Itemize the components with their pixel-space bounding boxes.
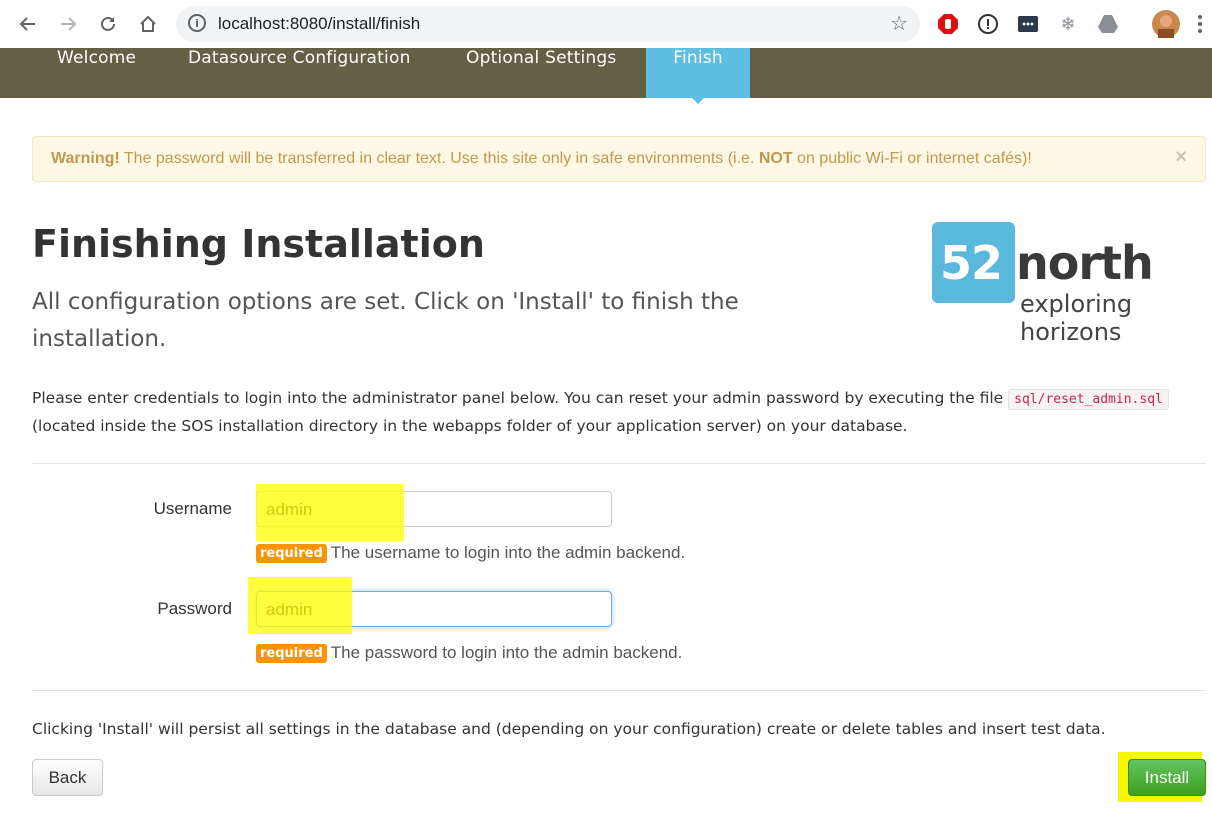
warning-alert: Warning! The password will be transferre… [32,136,1206,182]
password-highlight [248,577,352,634]
alert-extension-icon[interactable] [977,13,999,35]
password-help-text: The password to login into the admin bac… [330,643,683,662]
close-icon[interactable]: × [1175,146,1187,169]
intro-paragraph: Please enter credentials to login into t… [32,384,1202,440]
tab-finish[interactable]: Finish [646,48,750,104]
reset-sql-code: sql/reset_admin.sql [1008,389,1169,410]
password-help: required The password to login into the a… [256,643,682,663]
logo-number: 52 [940,236,1003,290]
adblock-extension-icon[interactable] [937,13,959,35]
username-label: Username [153,499,232,518]
divider-bottom [32,690,1206,691]
address-bar[interactable]: i localhost:8080/install/finish ☆ [176,6,920,42]
tab-welcome[interactable]: Welcome [57,48,136,98]
install-note: Clicking 'Install' will persist all sett… [32,720,1106,738]
installer-nav: Welcome Datasource Configuration Optiona… [0,48,1212,104]
install-button[interactable]: Install [1128,759,1206,796]
warning-strong: Warning! [51,150,120,167]
avatar[interactable] [1152,10,1180,38]
divider-top [32,463,1206,464]
more-menu-icon[interactable] [1194,13,1206,35]
intro-text-before: Please enter credentials to login into t… [32,389,1009,407]
tab-optional-settings[interactable]: Optional Settings [466,48,616,98]
back-arrow-icon[interactable] [14,10,42,38]
reload-icon[interactable] [94,10,122,38]
snowflake-extension-icon[interactable]: ❄ [1057,13,1079,35]
info-icon[interactable]: i [188,14,206,32]
password-label: Password [157,599,232,618]
username-highlight [256,484,404,541]
tab-datasource-configuration[interactable]: Datasource Configuration [188,48,411,98]
warning-text-before: The password will be transferred in clea… [119,150,759,167]
52north-logo: 52 north exploring horizons [932,220,1212,346]
forward-arrow-icon[interactable] [54,10,82,38]
drive-extension-icon[interactable] [1097,13,1119,35]
url-text[interactable]: localhost:8080/install/finish [218,14,420,34]
warning-emphasis: NOT [758,150,793,167]
warning-text: Warning! The password will be transferre… [51,150,1032,168]
username-help: required The username to login into the a… [256,543,685,563]
page-title: Finishing Installation [32,222,485,266]
username-help-text: The username to login into the admin bac… [330,543,686,562]
home-icon[interactable] [134,10,162,38]
warning-text-after: on public Wi-Fi or internet cafés)! [792,150,1032,167]
page-subtitle: All configuration options are set. Click… [32,289,739,352]
password-required-badge: required [256,644,327,663]
intro-text-after: (located inside the SOS installation dir… [32,417,908,435]
star-icon[interactable]: ☆ [890,11,908,35]
logo-word: north [1016,236,1154,290]
browser-toolbar: i localhost:8080/install/finish ☆ ❄ [0,0,1212,49]
menu-extension-icon[interactable] [1017,13,1039,35]
logo-tagline: exploring horizons [1020,290,1133,346]
username-required-badge: required [256,544,327,563]
back-button[interactable]: Back [32,759,103,796]
